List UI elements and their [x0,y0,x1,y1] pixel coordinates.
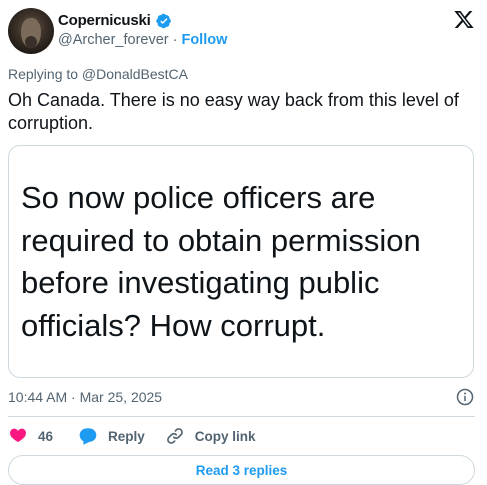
verified-badge-icon [155,13,172,29]
info-icon[interactable] [456,388,474,406]
author-handle[interactable]: @Archer_forever [58,32,169,48]
quoted-image-card[interactable]: So now police officers are required to o… [8,145,474,378]
quoted-image-text: So now police officers are required to o… [21,180,421,343]
x-logo-icon[interactable] [453,9,475,30]
avatar[interactable] [8,8,54,54]
follow-button[interactable]: Follow [181,32,227,48]
link-icon [166,428,183,444]
like-button[interactable]: 46 [8,426,53,446]
reply-bubble-icon [79,428,97,445]
read-replies-label: Read 3 replies [195,462,288,478]
author-handle-row: @Archer_forever · Follow [58,32,227,48]
action-bar: 46 Reply Copy link [8,426,256,446]
heart-icon [10,428,26,443]
divider [8,416,475,417]
copy-link-button[interactable]: Copy link [165,426,256,446]
reply-button[interactable]: Reply [78,426,145,446]
read-replies-button[interactable]: Read 3 replies [8,455,475,485]
reply-label: Reply [108,428,145,444]
timestamp[interactable]: 10:44 AM · Mar 25, 2025 [8,389,162,405]
copy-link-label: Copy link [194,428,256,444]
author-name-row: Copernicuski [58,12,172,29]
like-count: 46 [38,428,54,444]
replying-to[interactable]: Replying to @DonaldBestCA [8,66,188,82]
author-display-name[interactable]: Copernicuski [58,12,151,29]
separator-dot: · [172,32,178,48]
tweet-text: Oh Canada. There is no easy way back fro… [8,90,459,133]
